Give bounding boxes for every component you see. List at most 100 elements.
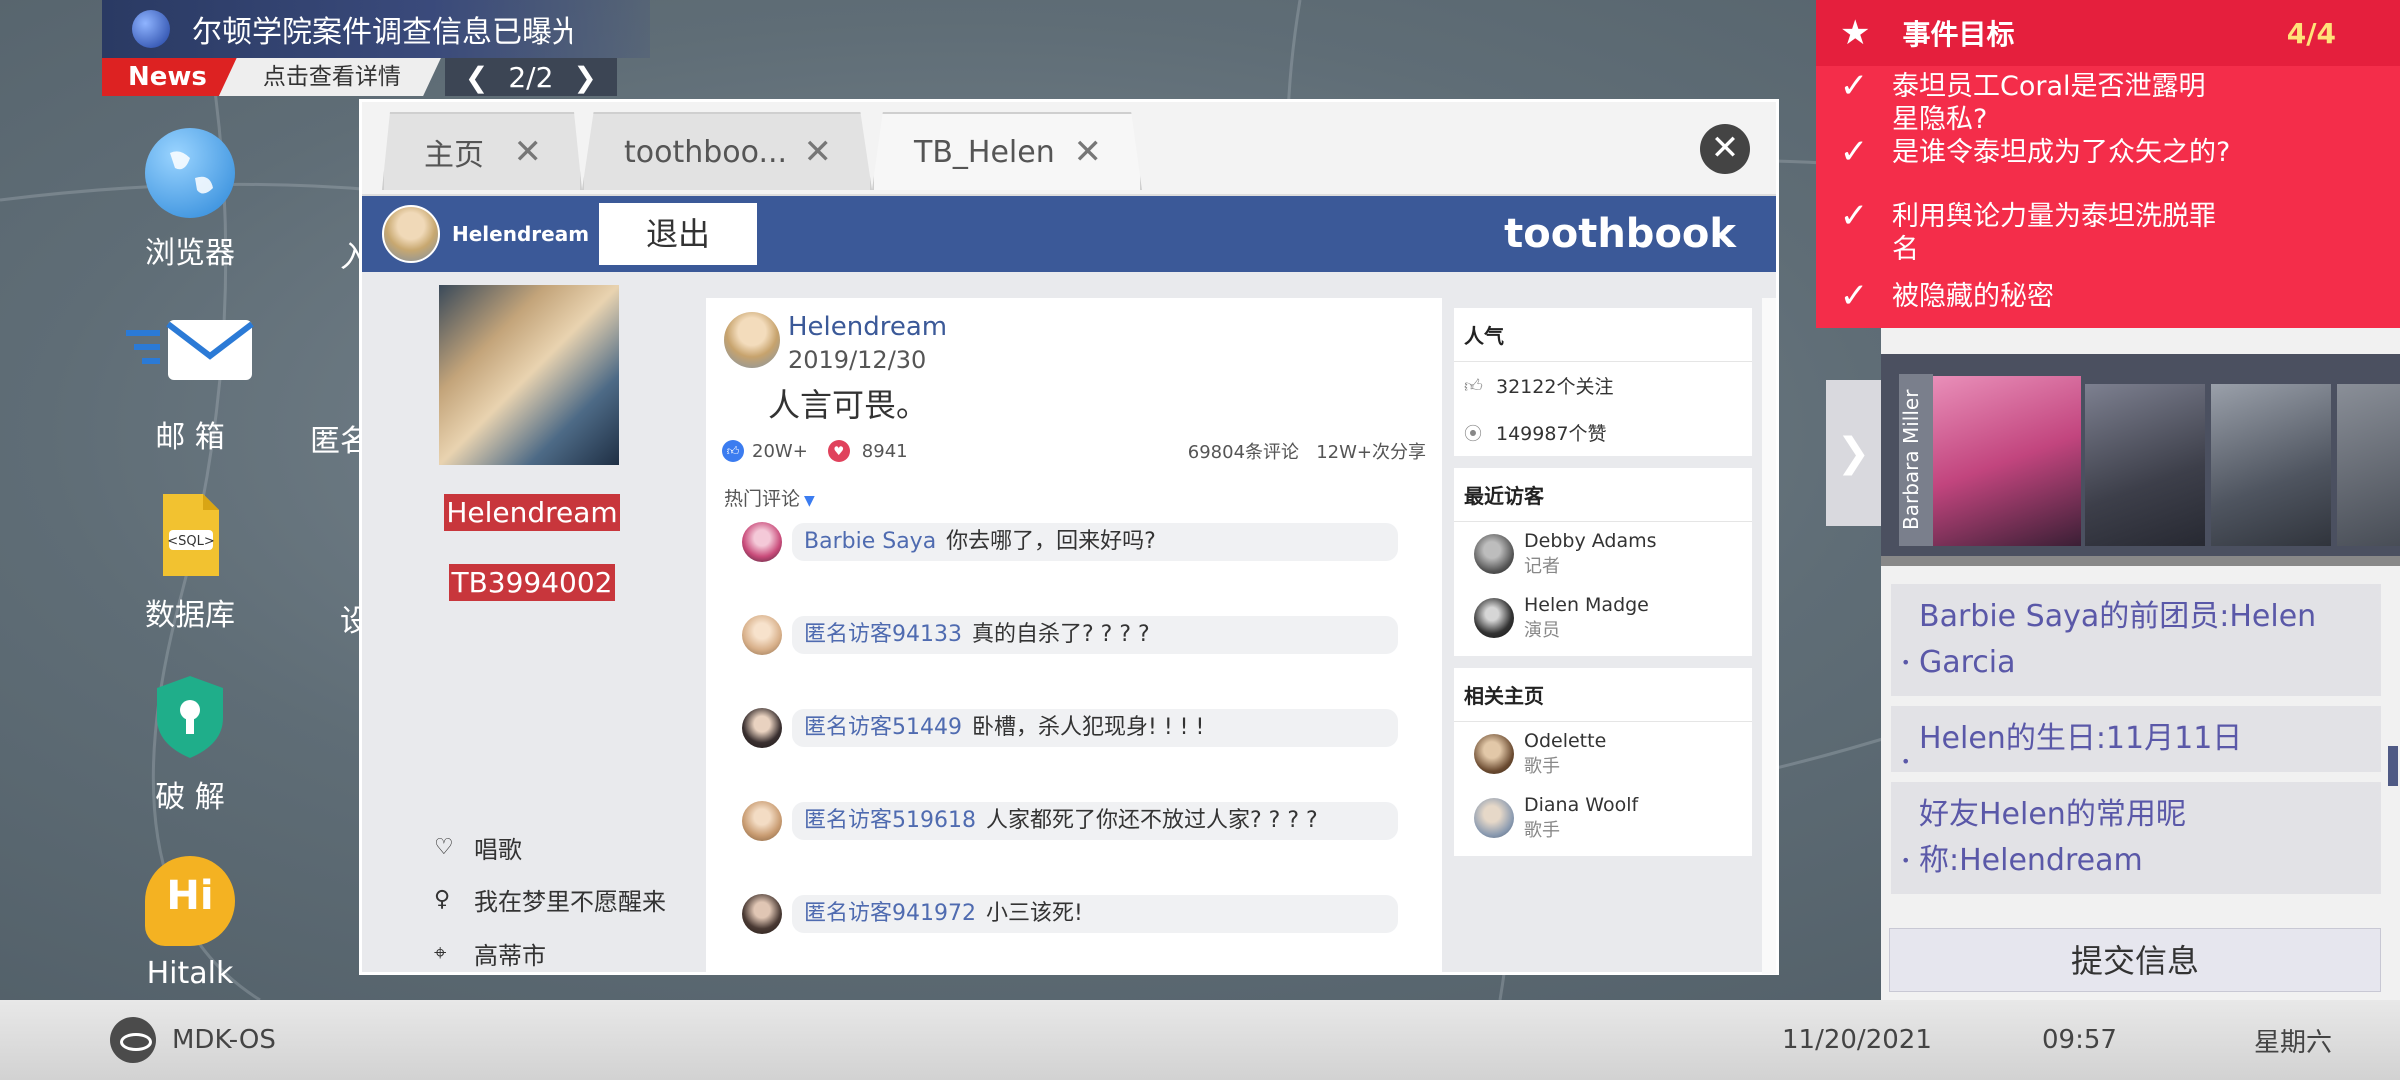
news-headline[interactable]: 尔顿学院案件调查信息已曝光 <box>192 7 572 51</box>
os-logo-icon[interactable] <box>110 1017 156 1063</box>
comment-row[interactable]: 匿名访客519618 人家都死了你还不放过人家? ? ? ? <box>742 799 1398 843</box>
character-name-label: Barbara Miller <box>1899 374 1933 546</box>
tab-home[interactable]: 主页 ✕ <box>382 112 582 190</box>
goal-item: ✓ 被隐藏的秘密 <box>1816 276 2232 316</box>
desktop-icon-database[interactable]: <SQL> 数据库 <box>120 490 260 634</box>
character-portrait[interactable] <box>1933 376 2081 546</box>
comment-text: 卧槽，杀人犯现身! ! ! ! <box>972 715 1205 740</box>
tab-tb-helen[interactable]: TB_Helen ✕ <box>872 112 1142 190</box>
comment-user[interactable]: 匿名访客51449 <box>804 715 962 740</box>
comment-row[interactable]: 匿名访客51449 卧槽，杀人犯现身! ! ! ! <box>742 706 1398 750</box>
chevron-left-icon[interactable]: ❮ <box>465 61 488 94</box>
character-portrait[interactable] <box>2337 384 2400 546</box>
desktop-icon-crack[interactable]: 破 解 <box>120 672 260 816</box>
related-page-item[interactable]: Odelette 歌手 <box>1454 722 1752 786</box>
comment-row[interactable]: 匿名访客941972 小三该死! <box>742 892 1398 936</box>
avatar <box>1474 798 1514 838</box>
view-details-button[interactable]: 点击查看详情 <box>218 58 441 96</box>
evidence-item[interactable]: • Barbie Saya的前团员:Helen Garcia <box>1891 584 2381 696</box>
shield-key-icon <box>145 672 235 762</box>
comment-count[interactable]: 69804条评论 <box>1188 442 1299 463</box>
comment-user[interactable]: Barbie Saya <box>804 529 936 554</box>
expand-panel-button[interactable]: ❯ <box>1826 380 1881 526</box>
hot-comments-toggle[interactable]: 热门评论 ▼ <box>724 484 815 511</box>
logout-button[interactable]: 退出 <box>599 203 758 265</box>
gallery-scrollbar[interactable] <box>1881 556 2400 566</box>
post-text: 人言可畏。 <box>768 386 929 424</box>
svg-text:<SQL>: <SQL> <box>167 534 215 549</box>
heart-outline-icon: ♡ <box>434 835 454 860</box>
news-ticker[interactable]: 尔顿学院案件调查信息已曝光 News 点击查看详情 ❮ 2/2 ❯ <box>102 0 650 96</box>
comment-row[interactable]: 匿名访客94133 真的自杀了? ? ? ? <box>742 613 1398 657</box>
close-tab-icon[interactable]: ✕ <box>1074 132 1103 172</box>
avatar[interactable] <box>382 205 440 263</box>
check-icon: ✓ <box>1839 276 1869 316</box>
desktop-icon-mail[interactable]: 邮 箱 <box>120 312 260 456</box>
taskbar-date: 11/20/2021 <box>1782 1025 1932 1055</box>
sql-file-icon: <SQL> <box>145 490 235 580</box>
follower-count: 32122个关注 <box>1496 376 1614 398</box>
visitor-item[interactable]: Debby Adams 记者 <box>1454 522 1752 586</box>
profile-info-hobby[interactable]: ♡ 唱歌 <box>434 830 522 865</box>
comment-user[interactable]: 匿名访客94133 <box>804 622 962 647</box>
profile-id[interactable]: TB3994002 <box>449 564 615 601</box>
desktop-icon-label: 破 解 <box>155 780 225 815</box>
globe-icon <box>145 128 235 218</box>
comment-user[interactable]: 匿名访客941972 <box>804 901 976 926</box>
chevron-right-icon[interactable]: ❯ <box>573 61 596 94</box>
location-icon: ⌖ <box>434 941 447 966</box>
goal-item: ✓ 是谁令泰坦成为了众矢之的? <box>1816 135 2232 169</box>
desktop-icon-hitalk[interactable]: Hi Hitalk <box>120 856 260 991</box>
popularity-card: 人气 👍︎ 32122个关注 ⦿ 149987个赞 <box>1454 308 1752 456</box>
heart-icon[interactable]: ♥ <box>827 440 850 462</box>
profile-name[interactable]: Helendream <box>444 494 620 531</box>
like-count: 20W+ <box>752 440 808 462</box>
evidence-item[interactable]: • 好友Helen的常用昵称:Helendream <box>1891 782 2381 894</box>
profile-info-job[interactable]: ♀ 我在梦里不愿醒来 <box>434 882 666 917</box>
evidence-list: • Barbie Saya的前团员:Helen Garcia • Helen的生日:… <box>1891 584 2381 904</box>
mail-icon <box>126 312 254 402</box>
profile-photo <box>439 285 619 465</box>
news-headline-bar[interactable]: 尔顿学院案件调查信息已曝光 <box>102 0 650 58</box>
avatar <box>742 708 782 748</box>
comment-user[interactable]: 匿名访客519618 <box>804 808 976 833</box>
desktop-icon-browser[interactable]: 浏览器 <box>120 128 260 272</box>
character-portrait[interactable] <box>2085 384 2205 546</box>
desktop-icon-label: 数据库 <box>145 598 235 633</box>
evidence-item[interactable]: • Helen的生日:11月11日 <box>1891 706 2381 772</box>
news-page-indicator: 2/2 <box>508 60 554 94</box>
tab-toothbook[interactable]: toothboo... ✕ <box>582 112 872 190</box>
post-author[interactable]: Helendream <box>788 312 947 342</box>
close-tab-icon[interactable]: ✕ <box>804 132 833 172</box>
scrollbar[interactable] <box>1762 298 1776 974</box>
visitor-item[interactable]: Helen Madge 演员 <box>1454 586 1752 650</box>
related-page-item[interactable]: Diana Woolf 歌手 <box>1454 786 1752 850</box>
thumbs-up-icon[interactable]: 👍︎ <box>722 440 744 462</box>
bullet-icon: • <box>1901 653 1911 672</box>
hitalk-icon: Hi <box>145 856 235 946</box>
comment-text: 小三该死! <box>985 901 1083 926</box>
browser-window: 主页 ✕ toothboo... ✕ TB_Helen ✕ ✕ Helendre… <box>359 99 1779 975</box>
profile-info-location[interactable]: ⌖ 高蒂市 <box>434 936 546 971</box>
character-gallery[interactable]: Barbara Miller <box>1881 354 2400 566</box>
rss-icon: ⦿ <box>1464 423 1482 445</box>
comment-row[interactable]: Barbie Saya 你去哪了，回来好吗? <box>742 520 1398 564</box>
goal-item: ✓ 利用舆论力量为泰坦洗脱罪名 <box>1816 196 2232 266</box>
goals-title: 事件目标 <box>1902 18 2015 51</box>
total-likes: 149987个赞 <box>1496 423 1607 445</box>
avatar[interactable] <box>724 312 780 368</box>
evidence-scrollbar[interactable] <box>2388 746 2398 786</box>
taskbar-weekday: 星期六 <box>2254 1027 2333 1058</box>
close-tab-icon[interactable]: ✕ <box>514 132 543 172</box>
submit-info-button[interactable]: 提交信息 <box>1889 928 2381 992</box>
check-icon: ✓ <box>1839 196 1869 236</box>
card-title: 最近访客 <box>1454 468 1752 522</box>
character-portrait[interactable] <box>2211 384 2331 546</box>
heart-count: 8941 <box>861 440 908 462</box>
desktop-icon-label: Hitalk <box>146 956 234 991</box>
avatar <box>1474 534 1514 574</box>
news-pager: ❮ 2/2 ❯ <box>444 58 617 96</box>
close-window-button[interactable]: ✕ <box>1700 124 1750 174</box>
desktop-icon-label: 浏览器 <box>145 236 235 271</box>
share-count[interactable]: 12W+次分享 <box>1316 442 1426 463</box>
